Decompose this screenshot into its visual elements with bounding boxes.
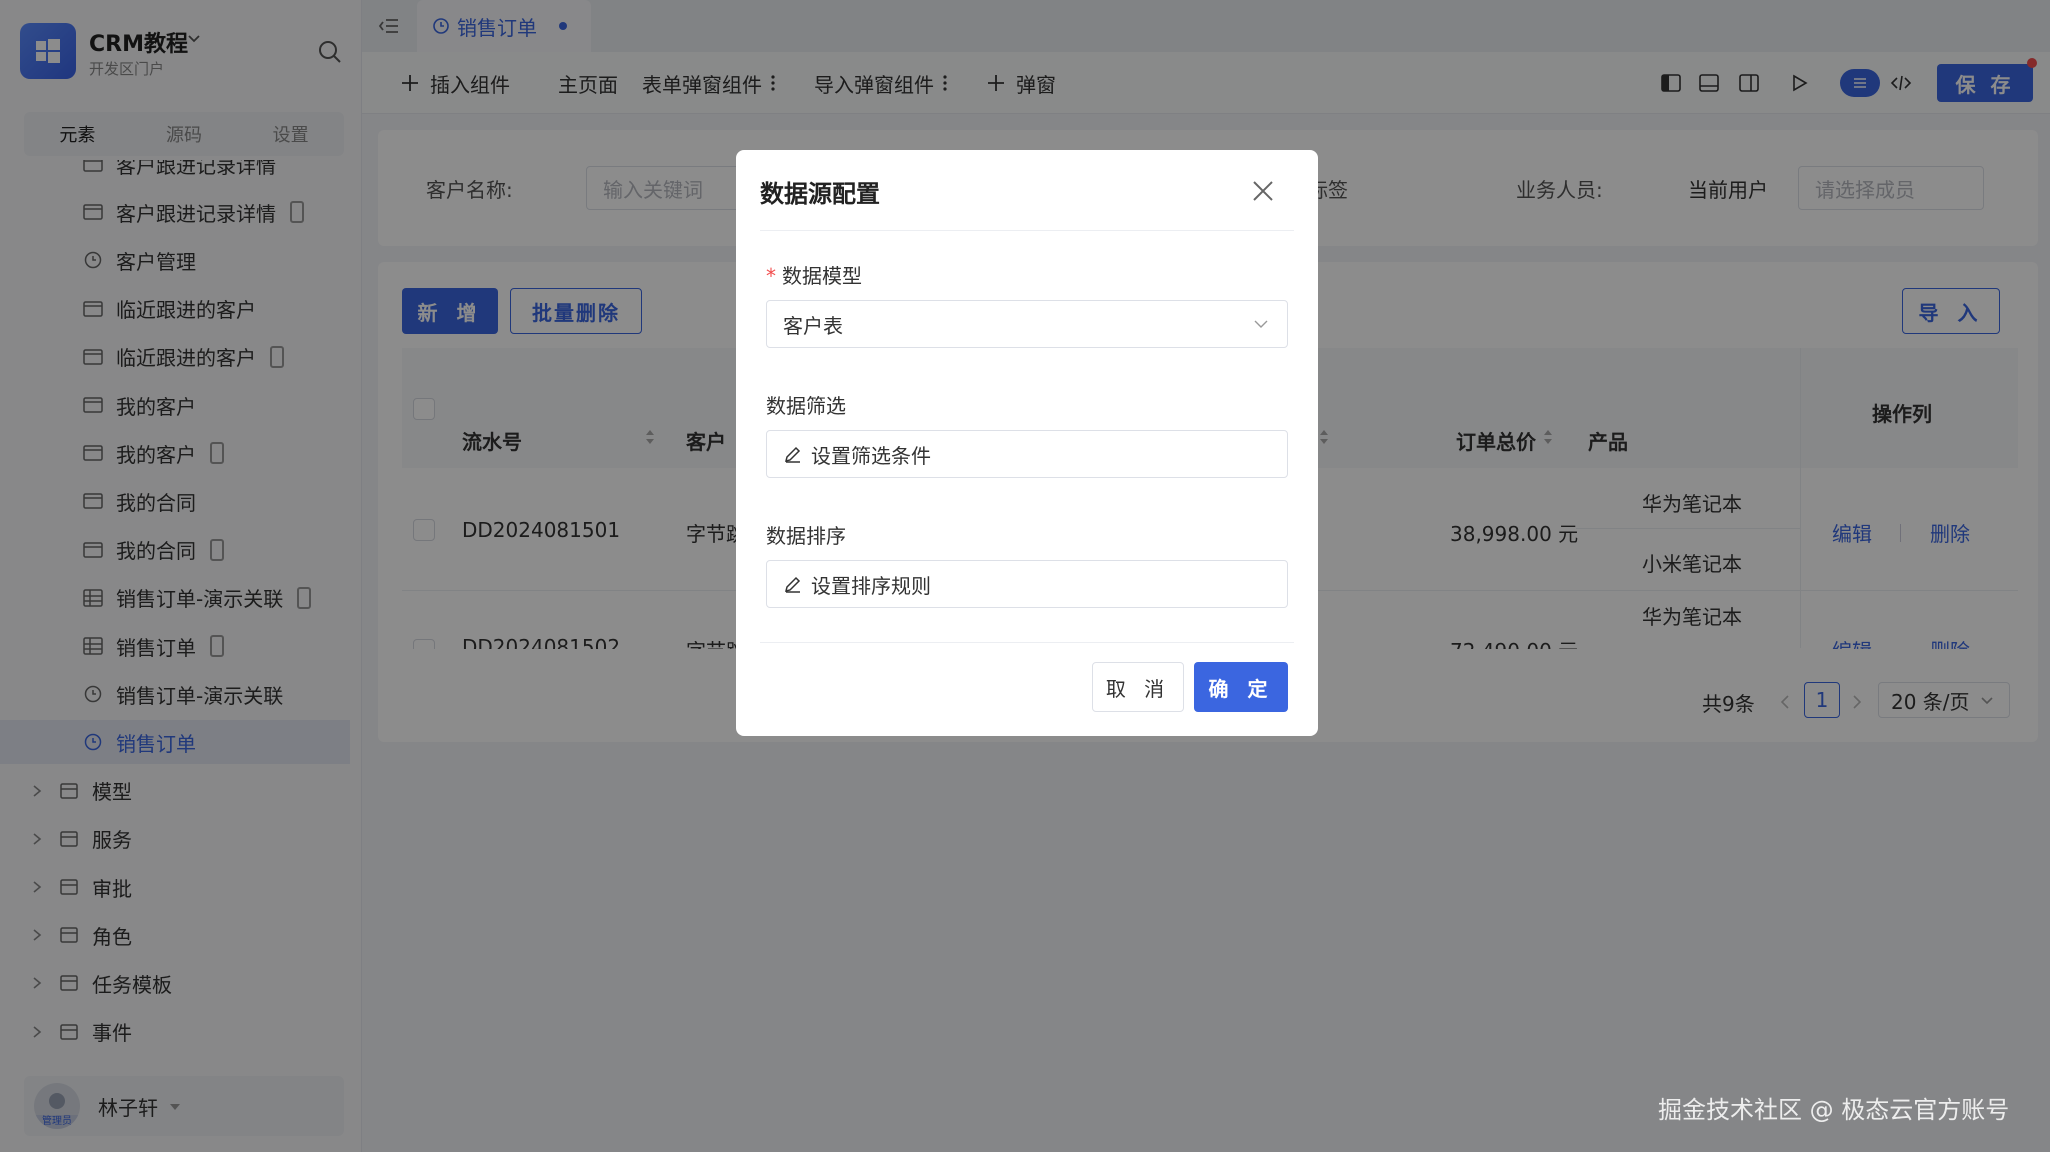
set-filter-label: 设置筛选条件 [811, 443, 931, 468]
data-model-label: * 数据模型 [766, 260, 862, 289]
data-sort-label: 数据排序 [766, 524, 846, 548]
edit-icon [784, 576, 801, 593]
set-sort-label: 设置排序规则 [811, 573, 931, 598]
required-mark: * [766, 264, 776, 288]
modal-footer-divider [760, 642, 1294, 643]
modal-title: 数据源配置 [760, 180, 880, 208]
data-filter-label: 数据筛选 [766, 394, 846, 418]
data-model-value: 客户表 [783, 313, 843, 338]
data-model-text: 数据模型 [782, 264, 862, 288]
datasource-config-modal: 数据源配置 * 数据模型 客户表 数据筛选 设置筛选条件 数据排序 设置排序规则 … [736, 150, 1318, 736]
watermark: 掘金技术社区 @ 极态云官方账号 [1658, 1096, 2010, 1124]
chevron-down-icon [1254, 320, 1268, 328]
set-filter-button[interactable]: 设置筛选条件 [766, 430, 1288, 478]
modal-divider [760, 230, 1294, 231]
edit-icon [784, 446, 801, 463]
confirm-button[interactable]: 确 定 [1194, 662, 1288, 712]
data-model-select[interactable]: 客户表 [766, 300, 1288, 348]
set-sort-button[interactable]: 设置排序规则 [766, 560, 1288, 608]
cancel-button[interactable]: 取 消 [1092, 662, 1184, 712]
close-icon[interactable] [1250, 178, 1276, 204]
